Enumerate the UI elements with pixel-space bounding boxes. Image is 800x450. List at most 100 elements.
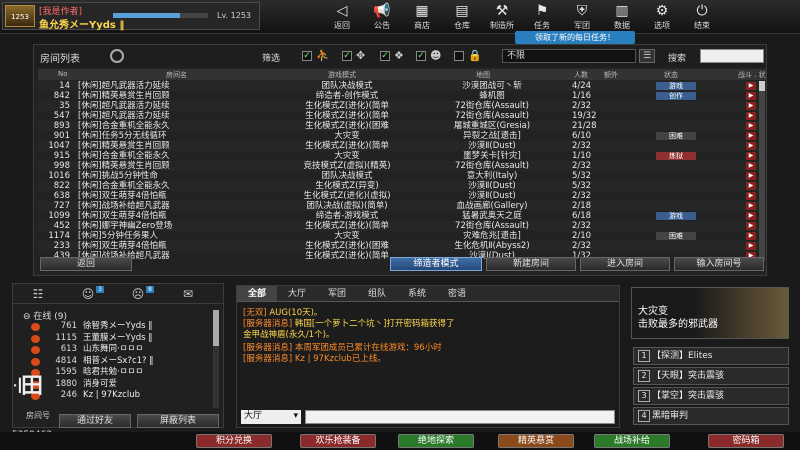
nav-clan[interactable]: ⛨ 军团 bbox=[562, 0, 602, 34]
play-icon[interactable]: ▶ bbox=[746, 132, 756, 140]
play-icon[interactable]: ▶ bbox=[746, 192, 756, 200]
group-tab-icon[interactable]: ☺ 3 bbox=[63, 284, 113, 303]
nav-stats[interactable]: ▥ 数据 bbox=[602, 0, 642, 34]
chat-tab[interactable]: 大厅 bbox=[277, 286, 317, 301]
play-icon[interactable]: ▶ bbox=[746, 102, 756, 110]
list-item[interactable]: 1115 王董膜メーYyds ‖ bbox=[31, 333, 209, 345]
bottom-button[interactable]: 密码箱 bbox=[708, 434, 784, 448]
col-no[interactable]: No bbox=[58, 70, 68, 78]
mission-item[interactable]: 2 【天眼】突击震骇 bbox=[633, 367, 789, 385]
bottom-button[interactable]: 欢乐抢装备 bbox=[300, 434, 376, 448]
table-row[interactable]: 233 [休闲]双生萌芽4倍怕瓶 生化模式Z(进化)(困难 生化危机Ⅱ(Abyss2)… bbox=[38, 241, 766, 251]
friend-scroll-thumb[interactable] bbox=[213, 310, 219, 346]
mission-item[interactable]: 3 【掌空】突击震骇 bbox=[633, 387, 789, 405]
back-button[interactable]: 返回 bbox=[40, 257, 132, 271]
list-menu-button[interactable]: ☰ bbox=[639, 49, 655, 63]
table-row[interactable]: 1174 [休闲]5分钟任务果人 大灾变 灾难危兆[遗击] 2/10 困难 ▶ bbox=[38, 231, 766, 241]
bottom-button[interactable]: 绝地探索 bbox=[398, 434, 474, 448]
col-name[interactable]: 房间名 bbox=[166, 70, 187, 80]
chat-tab[interactable]: 系统 bbox=[397, 286, 437, 301]
col-map[interactable]: 地图 bbox=[476, 70, 490, 80]
room-list-scrollbar[interactable] bbox=[759, 81, 765, 261]
table-row[interactable]: 893 [休闲]合金重机全能永久 生化模式Z(进化)(困难 屠城重城区(Gresia)… bbox=[38, 121, 766, 131]
filter-checkbox-5[interactable] bbox=[454, 51, 464, 61]
mail-tab-icon[interactable]: ✉ bbox=[163, 284, 213, 303]
nav-factory[interactable]: ⚒ 制造所 bbox=[482, 0, 522, 34]
filter-checkbox-2[interactable]: ✓ bbox=[342, 51, 352, 61]
play-icon[interactable]: ▶ bbox=[746, 162, 756, 170]
table-row[interactable]: 727 [休闲]战场补给超凡武器 团队决战(虚拟)(简单) 血战画廊(Gallery)… bbox=[38, 201, 766, 211]
chat-tab[interactable]: 全部 bbox=[237, 286, 277, 301]
list-item[interactable]: 613 山东舞同·ㅁㅁㅁ bbox=[31, 344, 209, 356]
play-icon[interactable]: ▶ bbox=[746, 202, 756, 210]
filter-checkbox-1[interactable]: ✓ bbox=[302, 51, 312, 61]
refresh-icon[interactable] bbox=[110, 49, 124, 63]
play-icon[interactable]: ▶ bbox=[746, 222, 756, 230]
clan-tab-icon[interactable]: ☹ 8 bbox=[113, 284, 163, 303]
chat-tab[interactable]: 组队 bbox=[357, 286, 397, 301]
list-item[interactable]: 4814 相普メーSx?c1? ‖ bbox=[31, 356, 209, 368]
table-row[interactable]: 1099 [休闲]双生萌芽4倍怕瓶 缔造者-游戏模式 猛暑武奥天之庭 6/18 游戏 ▶ bbox=[38, 211, 766, 221]
chat-input[interactable] bbox=[305, 410, 615, 424]
filter-checkbox-3[interactable]: ✓ bbox=[380, 51, 390, 61]
table-row[interactable]: 842 [休闲]精英悬赏生肖回顾 缔造者-创作模式 蜂机图 1/16 创作 ▶ bbox=[38, 91, 766, 101]
enter-room-number-button[interactable]: 输入房间号 bbox=[674, 257, 764, 271]
chat-tab[interactable]: 军团 bbox=[317, 286, 357, 301]
bottom-button[interactable]: 精英悬赏 bbox=[498, 434, 574, 448]
table-row[interactable]: 901 [休闲]任务5分无线循环 大灾变 异裂之战[遗击] 6/10 困难 ▶ bbox=[38, 131, 766, 141]
play-icon[interactable]: ▶ bbox=[746, 242, 756, 250]
add-friend-button[interactable]: 通过好友 bbox=[59, 414, 131, 428]
play-icon[interactable]: ▶ bbox=[746, 92, 756, 100]
bottom-button[interactable]: 战场补给 bbox=[594, 434, 670, 448]
col-status[interactable]: 状态 bbox=[664, 70, 678, 80]
filter-select[interactable]: 不限 bbox=[502, 49, 636, 63]
col-tag[interactable]: 额外 bbox=[604, 70, 618, 80]
filter-checkbox-4[interactable]: ✓ bbox=[416, 51, 426, 61]
player-info[interactable]: 1253 [我是作者] 鱼允秀メーYyds ‖ Lv. 1253 bbox=[2, 2, 260, 31]
chat-channel-select[interactable]: 大厅 bbox=[241, 410, 301, 424]
friend-list-scrollbar[interactable] bbox=[213, 310, 219, 408]
nav-inventory[interactable]: ▤ 仓库 bbox=[442, 0, 482, 34]
play-icon[interactable]: ▶ bbox=[746, 172, 756, 180]
list-item[interactable]: 761 徐智秀メーYyds ‖ bbox=[31, 321, 209, 333]
play-icon[interactable]: ▶ bbox=[746, 182, 756, 190]
play-icon[interactable]: ▶ bbox=[746, 232, 756, 240]
nav-shop[interactable]: ▦ 商店 bbox=[402, 0, 442, 34]
table-row[interactable]: 14 [休闲]超凡武器活力延续 团队决战模式 沙漠团战可丶斩 4/24 游戏 ▶ bbox=[38, 81, 766, 91]
notice-banner[interactable]: 领取了新的每日任务！ bbox=[515, 31, 635, 44]
table-row[interactable]: 822 [休闲]合金重机全能永久 生化模式Z(异变) 沙漠Ⅱ(Dust) 5/32 ▶ bbox=[38, 181, 766, 191]
table-row[interactable]: 452 [休闲]娜宇神幽Zero登场 生化模式Z(进化)(简单 72街仓库(Assau… bbox=[38, 221, 766, 231]
table-row[interactable]: 998 [休闲]精英悬赏生肖回顾 竞技模式Z(虚拟)(精英) 72街仓库(Assaul… bbox=[38, 161, 766, 171]
scroll-thumb[interactable] bbox=[759, 81, 765, 91]
play-icon[interactable]: ▶ bbox=[746, 112, 756, 120]
play-icon[interactable]: ▶ bbox=[746, 142, 756, 150]
new-room-button[interactable]: 新建房间 bbox=[486, 257, 576, 271]
nav-arrow-back[interactable]: ◁ 返回 bbox=[322, 0, 362, 34]
friends-tab-icon[interactable]: ☷ bbox=[13, 284, 63, 303]
nav-mission[interactable]: ⚑ 任务 bbox=[522, 0, 562, 34]
col-count[interactable]: 人数 bbox=[574, 70, 588, 80]
mission-item[interactable]: 4 黑暗审判 bbox=[633, 407, 789, 425]
block-list-button[interactable]: 屏蔽列表 bbox=[137, 414, 219, 428]
play-icon[interactable]: ▶ bbox=[746, 152, 756, 160]
chat-tab[interactable]: 密语 bbox=[437, 286, 477, 301]
col-mode[interactable]: 游戏模式 bbox=[328, 70, 356, 80]
search-input[interactable] bbox=[700, 49, 764, 63]
play-icon[interactable]: ▶ bbox=[746, 212, 756, 220]
table-row[interactable]: 547 [休闲]超凡武器活力延续 生化模式Z(进化)(简单 72街仓库(Assault… bbox=[38, 111, 766, 121]
mission-card[interactable]: 大灾变 击败最多的邪武器 bbox=[631, 287, 789, 339]
bottom-button[interactable]: 积分兑换 bbox=[196, 434, 272, 448]
mission-item[interactable]: 1 【探测】Elites bbox=[633, 347, 789, 365]
play-icon[interactable]: ▶ bbox=[746, 82, 756, 90]
table-row[interactable]: 1047 [休闲]精英悬赏生肖回顾 生化模式Z(进化)(简单 沙漠Ⅱ(Dust) 2/3… bbox=[38, 141, 766, 151]
nav-power[interactable]: ⏻ 结束 bbox=[682, 0, 722, 34]
table-row[interactable]: 638 [休闲]双生萌芽4倍怕瓶 生化模式Z(进化)(虚拟) 沙漠Ⅱ(Dust) 2/3… bbox=[38, 191, 766, 201]
creator-mode-button[interactable]: 缔造者模式 bbox=[390, 257, 482, 271]
table-row[interactable]: 1016 [休闲]挑战5分钟性命 团队决战模式 意大利(Italy) 5/32 ▶ bbox=[38, 171, 766, 181]
play-icon[interactable]: ▶ bbox=[746, 122, 756, 130]
table-row[interactable]: 35 [休闲]超凡武器活力延续 生化模式Z(进化)(简单 72街仓库(Assault)… bbox=[38, 101, 766, 111]
table-row[interactable]: 915 [休闲]合金重机全能永久 大灾变 噩梦关卡[针灾] 1/10 炼狱 ▶ bbox=[38, 151, 766, 161]
nav-options[interactable]: ⚙ 选项 bbox=[642, 0, 682, 34]
nav-megaphone[interactable]: 📢 公告 bbox=[362, 0, 402, 34]
enter-room-button[interactable]: 进入房间 bbox=[580, 257, 670, 271]
